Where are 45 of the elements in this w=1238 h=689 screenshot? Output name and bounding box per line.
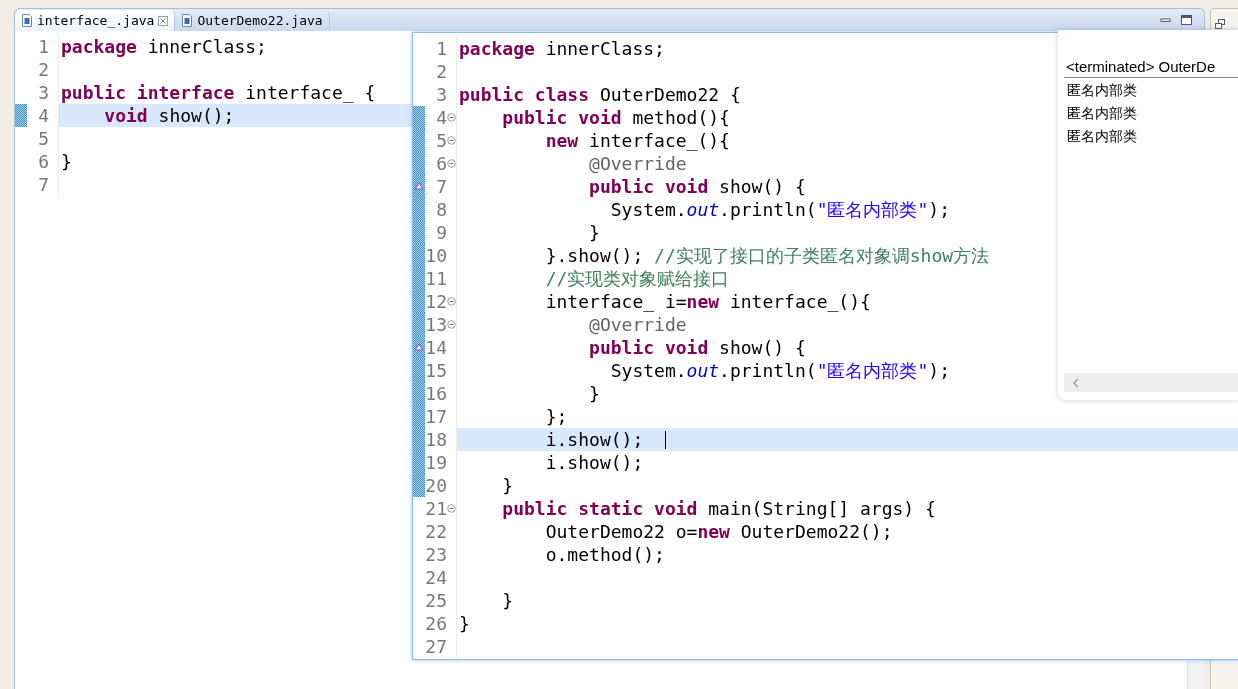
console-output-line: 匿名内部类	[1067, 81, 1138, 100]
code-line: interface_ i=new interface_(){	[544, 290, 871, 313]
code-line: package innerClass;	[61, 35, 267, 58]
collapse-icon[interactable]	[447, 113, 456, 122]
collapse-icon[interactable]	[447, 504, 456, 513]
collapse-icon[interactable]	[447, 297, 456, 306]
code-line: System.out.println("匿名内部类");	[609, 198, 950, 221]
code-line: public void method(){	[501, 106, 730, 129]
restore-icon[interactable]	[1215, 19, 1225, 29]
code-line: @Override	[588, 313, 687, 336]
collapse-icon[interactable]	[447, 136, 456, 145]
code-line: public static void main(String[] args) {	[501, 497, 936, 520]
code-line: new interface_(){	[544, 129, 730, 152]
maximize-icon[interactable]	[1181, 15, 1192, 25]
code-line: i.show();	[544, 451, 644, 474]
horizontal-scrollbar[interactable]	[1064, 373, 1238, 392]
code-line: package innerClass;	[459, 37, 665, 60]
code-line: };	[544, 405, 568, 428]
code-line: }.show(); //实现了接口的子类匿名对象调show方法	[544, 244, 990, 267]
java-file-icon	[21, 14, 33, 27]
collapse-icon[interactable]	[447, 320, 456, 329]
code-line: //实现类对象赋给接口	[544, 267, 730, 290]
close-icon[interactable]	[158, 15, 169, 26]
code-line: void show();	[103, 104, 235, 127]
code-line: public void show() {	[588, 175, 806, 198]
code-line: @Override	[588, 152, 687, 175]
console-output-line: 匿名内部类	[1067, 104, 1138, 123]
editor-tab[interactable]: interface_.java	[15, 10, 176, 31]
code-line: }	[459, 612, 470, 635]
collapse-icon[interactable]	[447, 159, 456, 168]
code-line: }	[501, 474, 514, 497]
code-line: public interface interface_ {	[61, 81, 376, 104]
code-line: }	[501, 589, 514, 612]
code-line: }	[588, 382, 600, 405]
code-line: public class OuterDemo22 {	[459, 83, 741, 106]
code-line: public void show() {	[588, 336, 806, 359]
code-line: System.out.println("匿名内部类");	[609, 359, 950, 382]
code-line: i.show();	[544, 428, 644, 451]
console-header: <terminated> OuterDe	[1064, 58, 1238, 78]
code-line: }	[588, 221, 600, 244]
code-line: OuterDemo22 o=new OuterDemo22();	[544, 520, 893, 543]
console-output-line: 匿名内部类	[1067, 127, 1138, 146]
code-line: o.method();	[544, 543, 665, 566]
java-file-icon	[181, 14, 194, 27]
code-line: }	[61, 150, 72, 173]
